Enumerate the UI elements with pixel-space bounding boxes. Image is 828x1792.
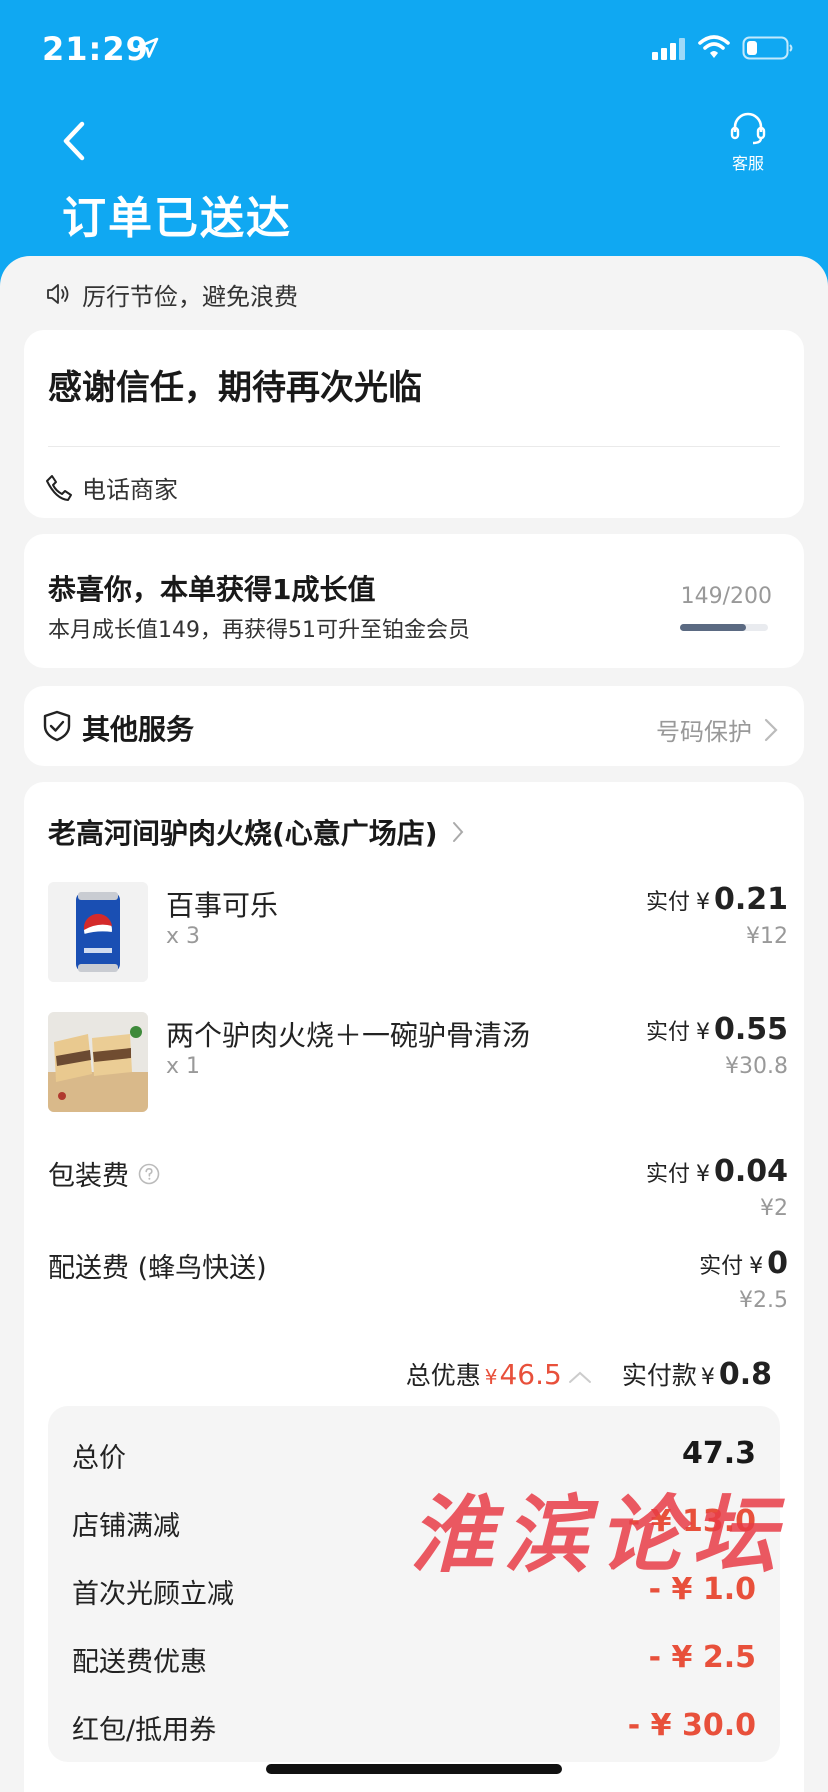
back-icon[interactable] [56, 116, 96, 166]
header: 21:29 客服 订单已送达 [0, 0, 828, 290]
call-merchant-button[interactable]: 电话商家 [44, 470, 178, 505]
chevron-right-icon [764, 718, 778, 741]
breakdown-value: 47.3 [681, 1436, 756, 1471]
speaker-icon [47, 284, 69, 304]
shop-name-link[interactable]: 老高河间驴肉火烧(心意广场店) [48, 812, 464, 852]
location-arrow-icon [137, 37, 159, 58]
shop-name: 老高河间驴肉火烧(心意广场店) [48, 817, 438, 850]
other-services-row[interactable]: 其他服务 号码保护 [24, 686, 804, 766]
page-title: 订单已送达 [62, 193, 292, 244]
original-price: ¥12 [746, 924, 788, 949]
chevron-up-icon[interactable] [568, 1370, 592, 1384]
customer-service-label: 客服 [731, 154, 764, 173]
help-icon[interactable] [137, 1162, 161, 1186]
breakdown-row: 红包/抵用券 - ¥ 30.0 [72, 1708, 756, 1768]
breakdown-value: - ¥ 2.5 [648, 1640, 756, 1675]
breakdown-label: 总价 [72, 1443, 126, 1474]
breakdown-label: 首次光顾立减 [72, 1579, 234, 1610]
item-name: 百事可乐 [166, 889, 279, 922]
customer-service-button[interactable]: 客服 [718, 112, 778, 174]
order-summary[interactable]: 总优惠 ¥ 46.5 实付款 ¥ 0.8 [406, 1356, 772, 1392]
breakdown-label: 红包/抵用券 [72, 1715, 217, 1746]
number-protection-label: 号码保护 [656, 718, 752, 746]
growth-count: 149/200 [680, 584, 772, 609]
item-paid: 实付 ¥ 0.55 [646, 1012, 788, 1047]
home-indicator[interactable] [266, 1764, 562, 1774]
paid-label: 实付 [645, 890, 690, 915]
yen-sign: ¥ [749, 1254, 764, 1279]
actual-paid: 0.8 [718, 1357, 772, 1392]
fee-paid: 实付 ¥ 0 [699, 1246, 788, 1281]
paid-label: 实付 [645, 1020, 690, 1045]
wifi-icon [698, 35, 730, 58]
growth-progress-fill [680, 624, 746, 631]
call-merchant-label: 电话商家 [82, 476, 178, 504]
growth-card[interactable]: 恭喜你，本单获得1成长值 本月成长值149，再获得51可升至铂金会员 149/2… [24, 534, 804, 668]
yen-sign: ¥ [695, 1020, 710, 1045]
fee-label-wrap: 包装费 [48, 1154, 161, 1193]
item-paid: 实付 ¥ 0.21 [646, 882, 788, 917]
growth-subtitle: 本月成长值149，再获得51可升至铂金会员 [48, 618, 470, 643]
original-price: ¥2.5 [739, 1288, 788, 1313]
item-name: 两个驴肉火烧＋一碗驴骨清汤 [166, 1019, 531, 1052]
yen-sign: ¥ [700, 1365, 715, 1390]
status-bar: 21:29 [0, 0, 828, 100]
number-protection-link[interactable]: 号码保护 [656, 712, 778, 747]
yen-sign: ¥ [484, 1365, 498, 1389]
total-discount-label: 总优惠 [405, 1361, 481, 1390]
notice-bar: 厉行节俭，避免浪费 [46, 276, 298, 312]
yen-sign: ¥ [695, 1162, 710, 1187]
breakdown-row: 配送费优惠 - ¥ 2.5 [72, 1640, 756, 1700]
yen-sign: ¥ [695, 890, 710, 915]
paid-amount: 0.04 [713, 1154, 788, 1189]
order-card: 老高河间驴肉火烧(心意广场店) 百事可乐 x 3 实付 ¥ 0.21 ¥12 两… [24, 782, 804, 1792]
phone-icon [46, 474, 72, 501]
signal-icon [652, 38, 685, 60]
original-price: ¥30.8 [725, 1054, 788, 1079]
delivery-fee-row: 配送费 (蜂鸟快送) 实付 ¥ 0 ¥2.5 [48, 1246, 788, 1326]
breakdown-label: 配送费优惠 [72, 1647, 207, 1678]
item-image-donkey-burger [48, 1012, 148, 1112]
notice-text: 厉行节俭，避免浪费 [82, 282, 298, 311]
paid-amount: 0.55 [713, 1012, 788, 1047]
fee-paid: 实付 ¥ 0.04 [646, 1154, 788, 1189]
divider [48, 446, 780, 447]
original-price: ¥2 [760, 1196, 788, 1221]
chevron-right-icon [452, 822, 463, 842]
growth-title: 恭喜你，本单获得1成长值 [48, 573, 376, 606]
thanks-title: 感谢信任，期待再次光临 [48, 368, 422, 408]
watermark: 淮滨论坛 [410, 1485, 787, 1584]
shield-check-icon [43, 710, 71, 742]
fee-label: 配送费 (蜂鸟快送) [48, 1253, 267, 1284]
actual-paid-label: 实付款 [621, 1361, 697, 1390]
fee-label-wrap: 配送费 (蜂鸟快送) [48, 1246, 267, 1285]
fee-label: 包装费 [48, 1161, 129, 1192]
thanks-card: 感谢信任，期待再次光临 电话商家 [24, 330, 804, 518]
breakdown-label: 店铺满减 [72, 1511, 180, 1542]
item-quantity: x 3 [166, 924, 201, 949]
headset-icon [730, 112, 766, 145]
paid-label: 实付 [645, 1162, 690, 1187]
order-item[interactable]: 百事可乐 x 3 实付 ¥ 0.21 ¥12 [48, 882, 788, 982]
status-time: 21:29 [42, 30, 149, 68]
item-image-pepsi [48, 882, 148, 982]
breakdown-value: - ¥ 30.0 [627, 1708, 756, 1743]
paid-amount: 0.21 [713, 882, 788, 917]
packaging-fee-row: 包装费 实付 ¥ 0.04 ¥2 [48, 1154, 788, 1234]
order-item[interactable]: 两个驴肉火烧＋一碗驴骨清汤 x 1 实付 ¥ 0.55 ¥30.8 [48, 1012, 788, 1112]
battery-icon [742, 36, 793, 60]
growth-progress-bar [680, 624, 768, 631]
other-services-title: 其他服务 [82, 713, 195, 746]
paid-amount: 0 [767, 1246, 788, 1281]
item-quantity: x 1 [166, 1054, 201, 1079]
total-discount: 46.5 [499, 1358, 562, 1391]
paid-label: 实付 [699, 1254, 744, 1279]
